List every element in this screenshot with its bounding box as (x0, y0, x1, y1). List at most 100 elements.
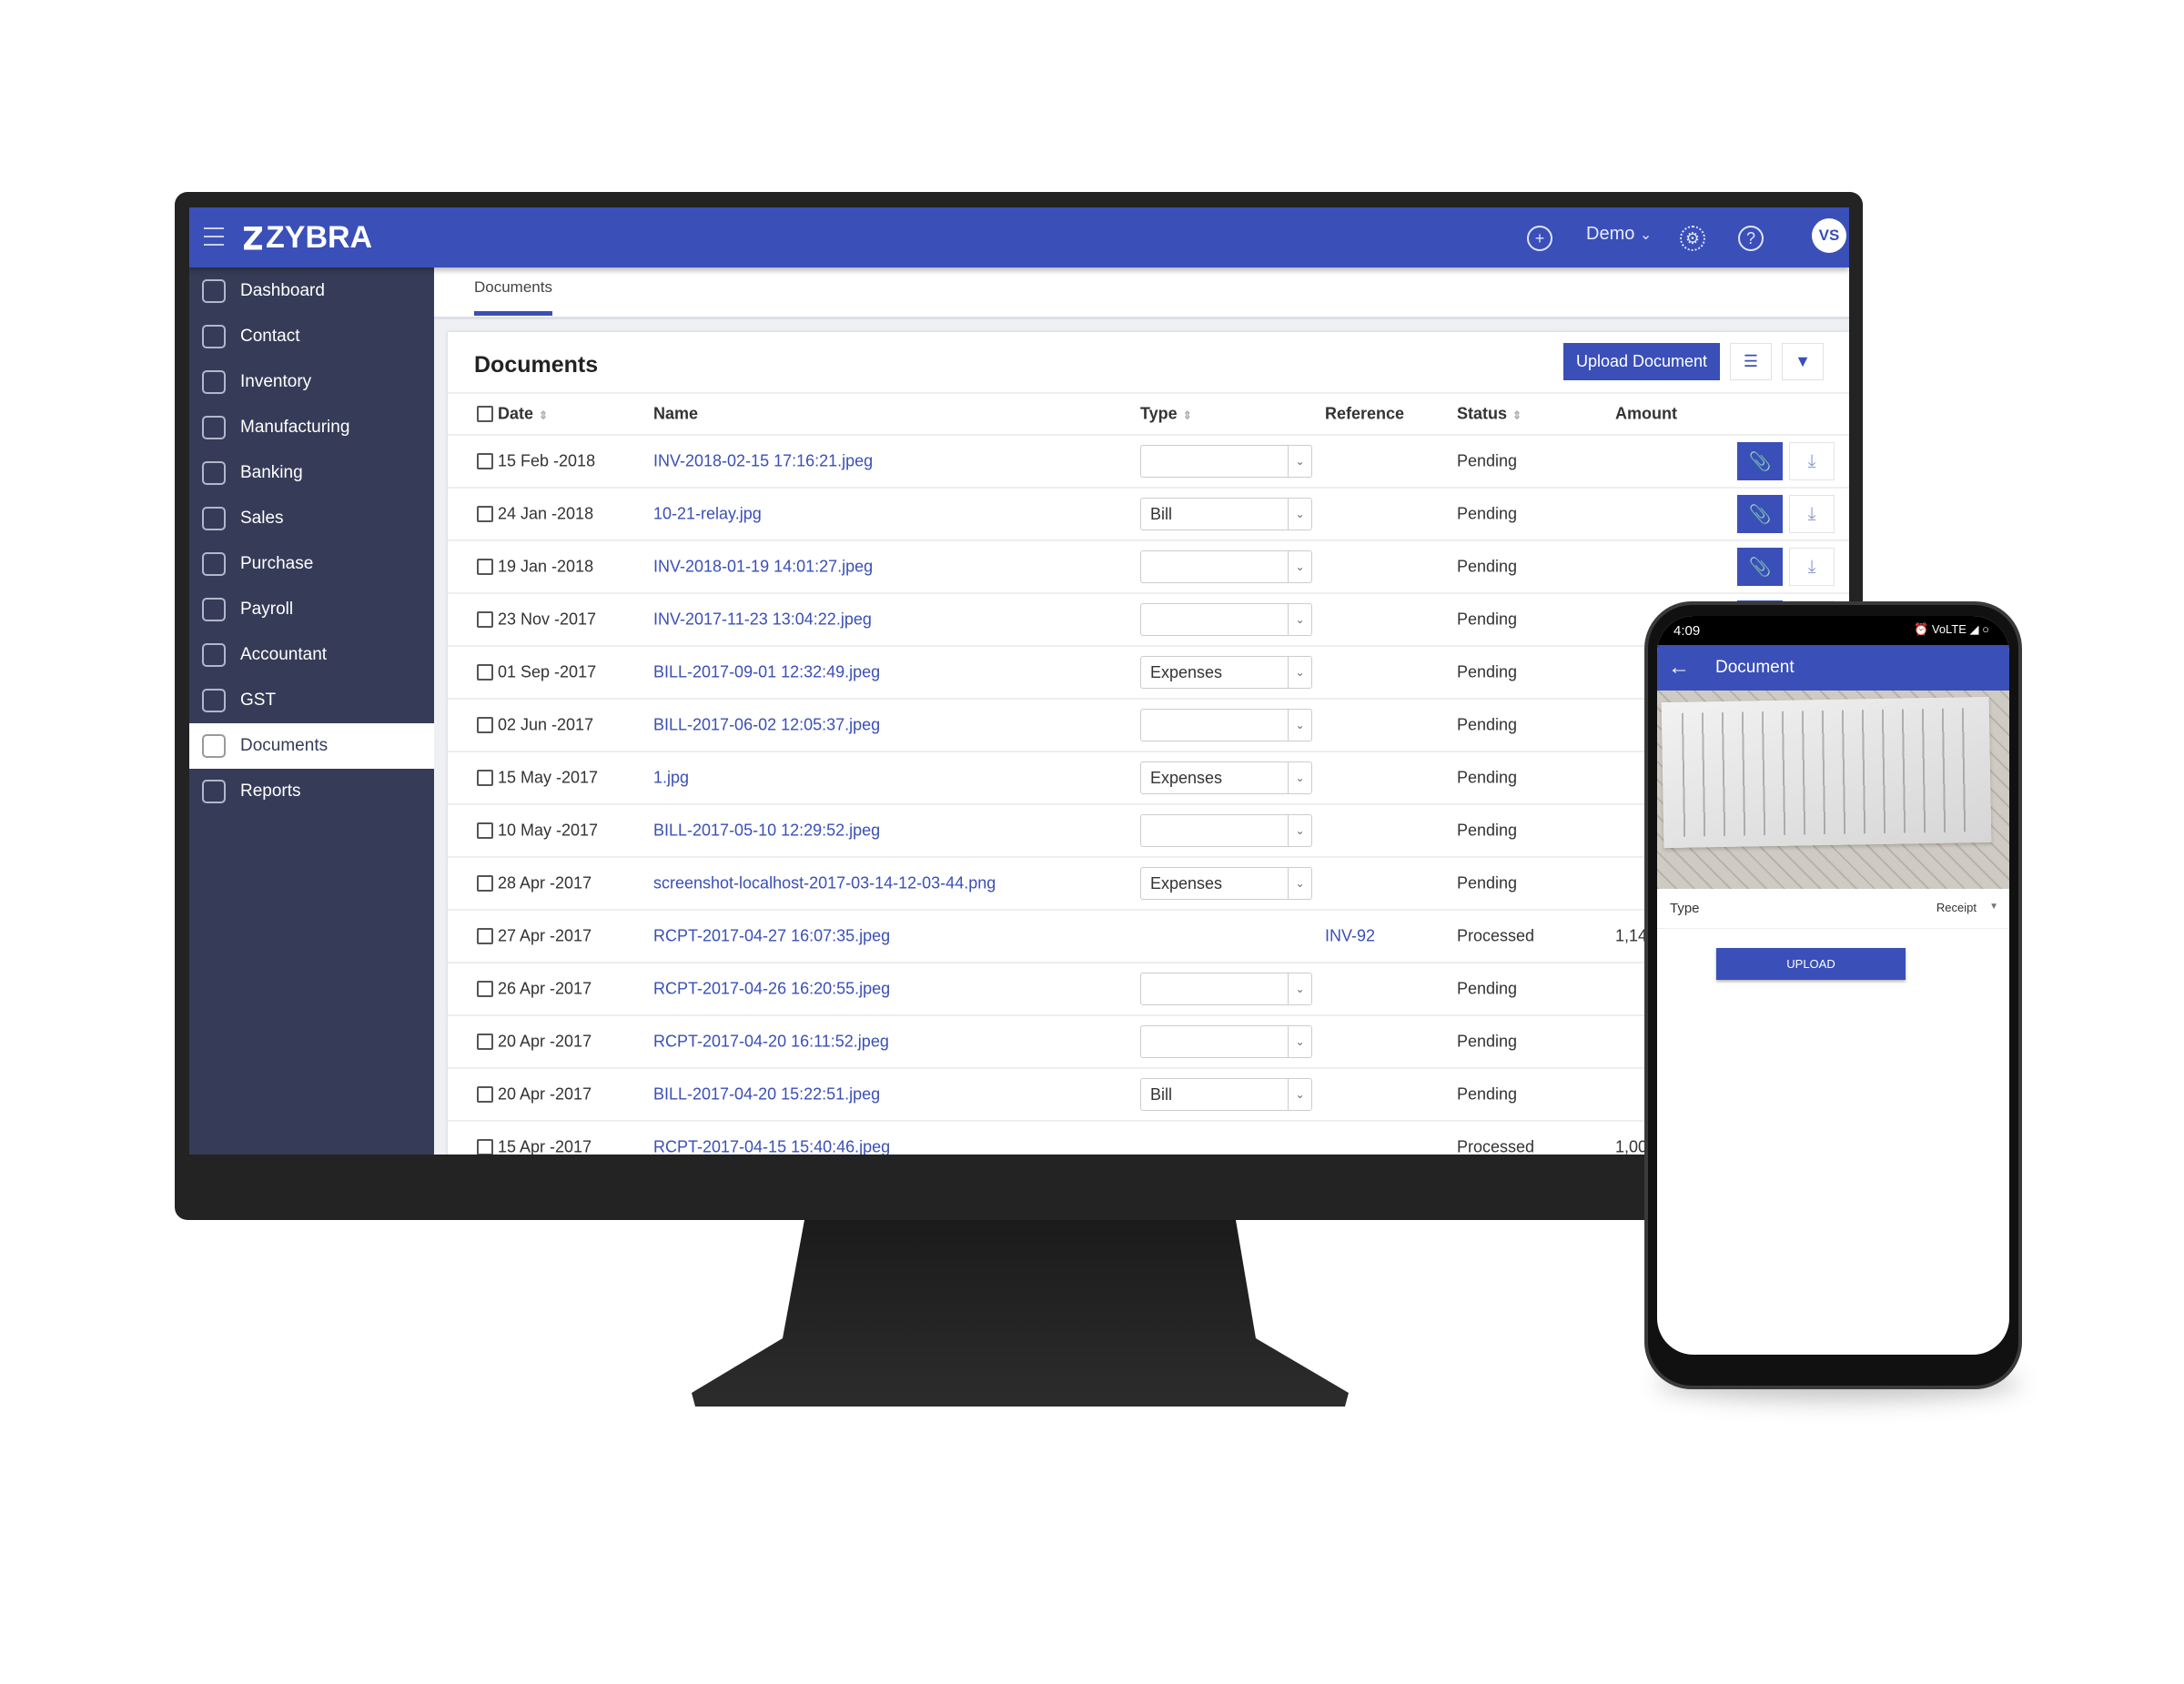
document-link[interactable]: 1.jpg (653, 769, 689, 788)
download-button[interactable]: ⤓ (1789, 442, 1835, 480)
company-dropdown[interactable]: Demo ⌄ (1586, 224, 1652, 245)
sidebar-item-sales[interactable]: Sales (189, 496, 434, 541)
help-icon[interactable]: ? (1738, 226, 1764, 251)
sidebar-item-label: Payroll (240, 600, 294, 619)
row-checkbox[interactable] (477, 981, 493, 997)
document-link[interactable]: BILL-2017-05-10 12:29:52.jpeg (653, 822, 880, 841)
gear-icon[interactable]: ⚙ (1680, 226, 1705, 251)
date-header-label: Date (498, 404, 534, 423)
type-select[interactable]: Expenses ⌄ (1140, 761, 1312, 794)
accountant-icon (202, 643, 226, 667)
type-select[interactable]: ⌄ (1140, 814, 1312, 847)
type-select[interactable]: ⌄ (1140, 973, 1312, 1005)
document-link[interactable]: INV-2018-01-19 14:01:27.jpeg (653, 558, 873, 577)
tab-documents[interactable]: Documents (474, 278, 552, 316)
document-link[interactable]: screenshot-localhost-2017-03-14-12-03-44… (653, 874, 996, 893)
type-select[interactable]: ⌄ (1140, 445, 1312, 478)
menu-icon[interactable] (204, 227, 224, 246)
download-button[interactable]: ⤓ (1789, 548, 1835, 586)
document-link[interactable]: RCPT-2017-04-26 16:20:55.jpeg (653, 980, 890, 999)
row-checkbox[interactable] (477, 611, 493, 628)
page-title: Documents (474, 352, 599, 378)
attach-button[interactable]: 📎 (1737, 548, 1783, 586)
type-select[interactable]: Bill ⌄ (1140, 1078, 1312, 1111)
document-link[interactable]: BILL-2017-04-20 15:22:51.jpeg (653, 1085, 880, 1104)
sidebar-item-inventory[interactable]: Inventory (189, 359, 434, 405)
back-arrow-icon[interactable]: ← (1668, 655, 1690, 681)
phone-status-bar: 4:09 ⏰ VoLTE ◢ ○ (1657, 616, 2009, 645)
row-checkbox[interactable] (477, 664, 493, 681)
upload-document-button[interactable]: Upload Document (1563, 343, 1720, 380)
list-view-button[interactable]: ☰ (1730, 343, 1772, 380)
row-checkbox[interactable] (477, 506, 493, 522)
document-link[interactable]: BILL-2017-09-01 12:32:49.jpeg (653, 663, 880, 682)
row-checkbox[interactable] (477, 770, 493, 786)
plus-circle-icon[interactable]: + (1527, 226, 1552, 251)
name-header: Name (653, 404, 699, 423)
sidebar-item-contact[interactable]: Contact (189, 314, 434, 359)
type-select[interactable]: ⌄ (1140, 1025, 1312, 1058)
phone-upload-button[interactable]: UPLOAD (1716, 948, 1906, 980)
select-all-checkbox[interactable] (477, 406, 493, 422)
row-checkbox[interactable] (477, 875, 493, 892)
sidebar-item-manufacturing[interactable]: Manufacturing (189, 405, 434, 450)
sidebar-item-label: Documents (240, 736, 329, 755)
avatar[interactable]: VS (1812, 218, 1846, 253)
document-link[interactable]: RCPT-2017-04-20 16:11:52.jpeg (653, 1033, 889, 1052)
row-checkbox[interactable] (477, 1139, 493, 1155)
row-checkbox[interactable] (477, 928, 493, 944)
type-select[interactable]: Bill ⌄ (1140, 498, 1312, 530)
sidebar-item-banking[interactable]: Banking (189, 450, 434, 496)
paperclip-icon: 📎 (1748, 557, 1772, 578)
type-select[interactable]: ⌄ (1140, 709, 1312, 741)
row-checkbox[interactable] (477, 559, 493, 575)
document-link[interactable]: 10-21-relay.jpg (653, 505, 762, 524)
reference-link[interactable]: INV-92 (1325, 927, 1375, 946)
attach-button[interactable]: 📎 (1737, 442, 1783, 480)
sidebar-item-purchase[interactable]: Purchase (189, 541, 434, 587)
attach-button[interactable]: 📎 (1737, 495, 1783, 533)
sidebar-item-gst[interactable]: GST (189, 678, 434, 723)
document-link[interactable]: RCPT-2017-04-15 15:40:46.jpeg (653, 1138, 890, 1155)
document-link[interactable]: INV-2018-02-15 17:16:21.jpeg (653, 452, 873, 471)
sidebar-item-documents[interactable]: Documents (189, 723, 434, 769)
row-checkbox[interactable] (477, 453, 493, 469)
sidebar-item-label: Sales (240, 509, 284, 528)
document-link[interactable]: RCPT-2017-04-27 16:07:35.jpeg (653, 927, 890, 946)
type-value: Expenses (1150, 768, 1223, 787)
sidebar-item-reports[interactable]: Reports (189, 769, 434, 814)
receipt-paper (1661, 696, 1992, 849)
sidebar-item-dashboard[interactable]: Dashboard (189, 268, 434, 314)
type-select[interactable]: ⌄ (1140, 550, 1312, 583)
download-icon: ⤓ (1807, 450, 1816, 471)
row-checkbox[interactable] (477, 717, 493, 733)
chevron-down-icon: ⌄ (1288, 499, 1311, 529)
document-link[interactable]: BILL-2017-06-02 12:05:37.jpeg (653, 716, 880, 735)
type-select[interactable]: Expenses ⌄ (1140, 867, 1312, 900)
row-checkbox[interactable] (477, 1086, 493, 1103)
row-checkbox[interactable] (477, 822, 493, 839)
filter-button[interactable]: ▼ (1782, 343, 1824, 380)
logo-mark-icon (244, 226, 262, 250)
type-select[interactable]: Type Receipt ▼ (1657, 889, 2009, 929)
document-link[interactable]: INV-2017-11-23 13:04:22.jpeg (653, 610, 872, 630)
type-select[interactable]: Expenses ⌄ (1140, 656, 1312, 689)
sort-icon: ⇕ (1182, 408, 1192, 422)
chevron-down-icon: ⌄ (1288, 551, 1311, 582)
type-select[interactable]: ⌄ (1140, 603, 1312, 636)
status-header[interactable]: Status ⇕ (1457, 405, 1522, 424)
chevron-down-icon: ⌄ (1288, 868, 1311, 899)
sidebar-item-accountant[interactable]: Accountant (189, 632, 434, 678)
download-button[interactable]: ⤓ (1789, 495, 1835, 533)
sidebar-item-label: Accountant (240, 645, 328, 664)
gst-icon (202, 689, 226, 712)
type-header[interactable]: Type ⇕ (1140, 405, 1192, 424)
logo[interactable]: ZYBRA (244, 220, 372, 256)
sidebar-item-payroll[interactable]: Payroll (189, 587, 434, 632)
table-row: 15 Apr -2017 RCPT-2017-04-15 15:40:46.jpe… (448, 1122, 1849, 1155)
row-checkbox[interactable] (477, 1034, 493, 1050)
company-name: Demo (1586, 224, 1635, 244)
filter-icon: ▼ (1795, 352, 1811, 370)
date-header[interactable]: Date ⇕ (498, 405, 548, 424)
phone-screen: 4:09 ⏰ VoLTE ◢ ○ ← Document Type Receipt … (1657, 616, 2009, 1355)
